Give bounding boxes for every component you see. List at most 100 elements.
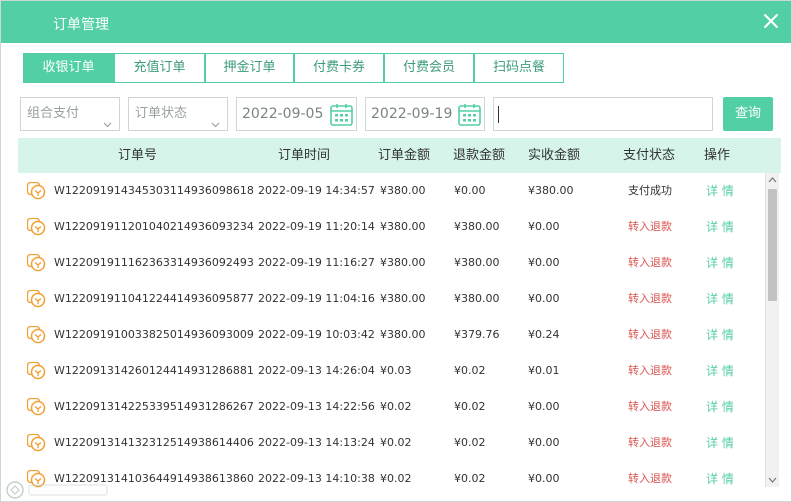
order-coin-icon	[26, 361, 47, 380]
order-coin-icon	[26, 325, 47, 344]
refund-amount-cell: ¥380.00	[454, 256, 500, 269]
column-order-time: 订单时间	[278, 148, 331, 163]
table-row: W122091314260124414931286881 2022-09-13 1…	[18, 353, 764, 389]
order-coin-icon	[26, 433, 47, 452]
table-header: 订单号 订单时间 订单金额 退款金额 实收金额 支付状态 操作	[18, 138, 781, 173]
end-date-value: 2022-09-19	[371, 106, 453, 122]
order-no-cell: W122091314132312514938614406	[54, 436, 254, 449]
order-table-body: W12209191434530311493609​8618 2022-09-19 …	[18, 173, 764, 499]
order-amount-cell: ¥380.00	[380, 328, 426, 341]
order-amount-cell: ¥380.00	[380, 292, 426, 305]
column-actions: 操作	[704, 148, 731, 163]
order-time-cell: 2022-09-19 11:20:14	[258, 220, 375, 233]
order-no-cell: W122091314225339514931286267	[54, 400, 254, 413]
order-coin-icon	[26, 397, 47, 416]
close-icon[interactable]	[761, 11, 781, 31]
tab-recharge-orders[interactable]: 充值订单	[114, 53, 205, 83]
refund-amount-cell: ¥0.00	[454, 184, 486, 197]
scroll-down-arrow-icon[interactable]	[766, 473, 779, 487]
calendar-icon[interactable]	[329, 102, 354, 127]
received-amount-cell: ¥0.00	[528, 292, 560, 305]
order-amount-cell: ¥380.00	[380, 220, 426, 233]
order-no-cell: W12209191434530311493609​8618	[54, 184, 254, 197]
detail-link[interactable]: 详 情	[706, 353, 734, 389]
table-row: W12209191434530311493609​8618 2022-09-19 …	[18, 173, 764, 209]
table-row: W122091314225339514931286267 2022-09-13 1…	[18, 389, 764, 425]
calendar-icon[interactable]	[457, 102, 482, 127]
order-time-cell: 2022-09-13 14:22:56	[258, 400, 375, 413]
detail-link[interactable]: 详 情	[706, 245, 734, 281]
end-date-field[interactable]: 2022-09-19	[365, 97, 485, 131]
filter-bar: 组合支付 订单状态 2022-09-05 2022-09-19 查询	[1, 97, 791, 133]
detail-link[interactable]: 详 情	[706, 317, 734, 353]
text-caret	[498, 106, 499, 123]
detail-link[interactable]: 详 情	[706, 281, 734, 317]
scroll-up-arrow-icon[interactable]	[766, 173, 779, 187]
received-amount-cell: ¥380.00	[528, 184, 574, 197]
column-order-no: 订单号	[118, 148, 158, 163]
order-no-cell: W122091911041224414936095877	[54, 292, 254, 305]
order-no-cell: W122091314260124414931286881	[54, 364, 254, 377]
payment-status-cell: 转入退款	[628, 436, 672, 449]
payment-status-cell: 转入退款	[628, 472, 672, 485]
search-button[interactable]: 查询	[723, 97, 773, 131]
received-amount-cell: ¥0.00	[528, 400, 560, 413]
payment-method-select[interactable]: 组合支付	[20, 97, 120, 131]
tab-paid-coupons[interactable]: 付费卡券	[294, 53, 384, 83]
detail-link[interactable]: 详 情	[706, 209, 734, 245]
payment-status-cell: 支付成功	[628, 184, 672, 197]
received-amount-cell: ¥0.00	[528, 220, 560, 233]
column-order-amount: 订单金额	[378, 148, 431, 163]
title-bar: 订单管理	[1, 1, 791, 43]
detail-link[interactable]: 详 情	[706, 173, 734, 209]
order-time-cell: 2022-09-19 14:34:57	[258, 184, 375, 197]
tab-deposit-orders[interactable]: 押金订单	[205, 53, 294, 83]
table-row: W122091314103644914938613860 2022-09-13 1…	[18, 461, 764, 497]
detail-link[interactable]: 详 情	[706, 389, 734, 425]
detail-link[interactable]: 详 情	[706, 425, 734, 461]
order-status-select[interactable]: 订单状态	[128, 97, 228, 131]
column-refund-amount: 退款金额	[453, 148, 506, 163]
table-row: W122091911041224414936095877 2022-09-19 1…	[18, 281, 764, 317]
search-input[interactable]	[493, 97, 713, 131]
received-amount-cell: ¥0.01	[528, 364, 560, 377]
order-no-cell: W122091910033825014936093009	[54, 328, 254, 341]
payment-status-cell: 转入退款	[628, 328, 672, 341]
start-date-value: 2022-09-05	[242, 106, 324, 122]
refund-amount-cell: ¥0.02	[454, 472, 486, 485]
order-status-value: 订单状态	[135, 106, 188, 121]
payment-status-cell: 转入退款	[628, 400, 672, 413]
order-amount-cell: ¥380.00	[380, 256, 426, 269]
vertical-scrollbar[interactable]	[765, 173, 779, 487]
payment-status-cell: 转入退款	[628, 292, 672, 305]
order-management-window: 订单管理 收银订单 充值订单 押金订单 付费卡券 付费会员 扫码点餐 组合支付 …	[0, 0, 792, 502]
payment-method-value: 组合支付	[27, 106, 80, 121]
order-time-cell: 2022-09-19 11:16:27	[258, 256, 375, 269]
order-amount-cell: ¥380.00	[380, 184, 426, 197]
order-time-cell: 2022-09-13 14:26:04	[258, 364, 375, 377]
order-coin-icon	[26, 181, 47, 200]
order-time-cell: 2022-09-19 11:04:16	[258, 292, 375, 305]
order-amount-cell: ¥0.02	[380, 436, 412, 449]
tab-scan-order[interactable]: 扫码点餐	[474, 53, 564, 83]
payment-status-cell: 转入退款	[628, 364, 672, 377]
tab-cashier-orders[interactable]: 收银订单	[23, 53, 114, 83]
refund-amount-cell: ¥379.76	[454, 328, 500, 341]
start-date-field[interactable]: 2022-09-05	[236, 97, 357, 131]
order-coin-icon	[26, 253, 47, 272]
payment-status-cell: 转入退款	[628, 256, 672, 269]
refund-amount-cell: ¥380.00	[454, 292, 500, 305]
tab-paid-members[interactable]: 付费会员	[384, 53, 474, 83]
order-amount-cell: ¥0.02	[380, 400, 412, 413]
table-row: W122091314132312514938614406 2022-09-13 1…	[18, 425, 764, 461]
window-title: 订单管理	[53, 17, 109, 33]
refund-amount-cell: ¥0.02	[454, 436, 486, 449]
refund-amount-cell: ¥0.02	[454, 364, 486, 377]
refund-amount-cell: ¥380.00	[454, 220, 500, 233]
order-time-cell: 2022-09-13 14:13:24	[258, 436, 375, 449]
table-row: W122091910033825014936093009 2022-09-19 1…	[18, 317, 764, 353]
chevron-down-icon	[211, 110, 220, 128]
detail-link[interactable]: 详 情	[706, 461, 734, 497]
scrollbar-thumb[interactable]	[768, 189, 777, 301]
order-time-cell: 2022-09-13 14:10:38	[258, 472, 375, 485]
